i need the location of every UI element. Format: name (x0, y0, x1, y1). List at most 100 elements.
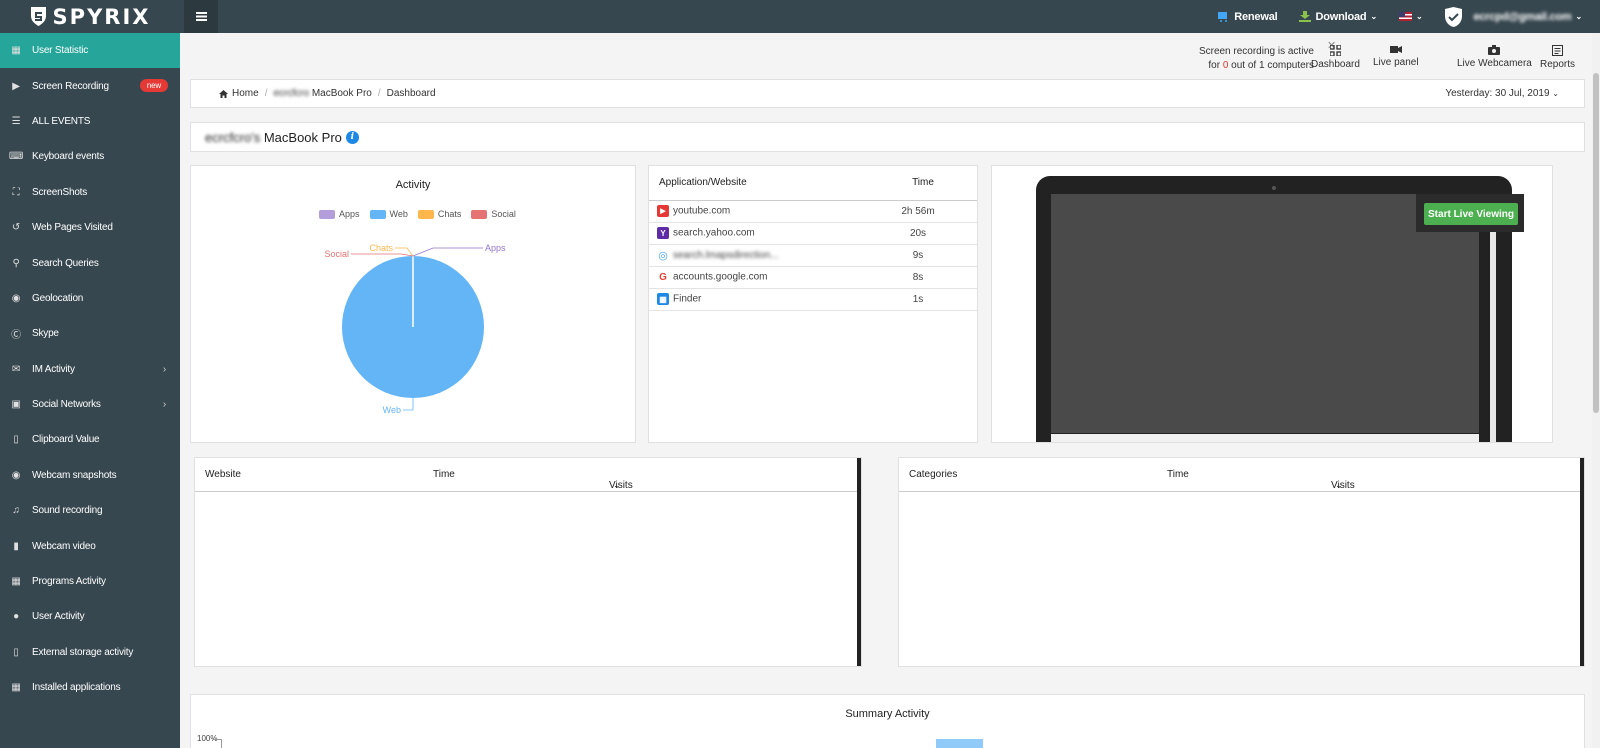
google-icon: G (657, 271, 669, 283)
screen-bottom (1051, 434, 1479, 442)
column-header-time[interactable]: Time (859, 166, 977, 200)
scroll-thumb[interactable] (1593, 73, 1599, 413)
total-count: 1 (1258, 60, 1265, 71)
sidebar-item-user-statistic[interactable]: ▦ User Statistic (0, 33, 180, 69)
renewal-link[interactable]: Renewal (1218, 11, 1278, 23)
camera-icon (1488, 45, 1501, 55)
sidebar-item-external-storage-activity[interactable]: ▯ External storage activity (0, 635, 180, 670)
breadcrumb-home[interactable]: Home (232, 88, 259, 99)
scrollbar[interactable] (857, 458, 861, 666)
usb-icon: ▯ (13, 646, 19, 658)
reports-label: Reports (1540, 59, 1576, 70)
new-badge: new (139, 79, 168, 93)
start-live-viewing-button[interactable]: Start Live Viewing (1424, 203, 1518, 225)
chevron-right-icon: › (162, 363, 166, 375)
shield-check-icon (1445, 6, 1463, 27)
sidebar-item-clipboard-value[interactable]: ▯ Clipboard Value (0, 422, 180, 457)
reports-button[interactable]: Reports (1540, 45, 1575, 70)
brand-logo[interactable]: SPYRIX (0, 0, 180, 33)
search-icon: ⚲ (12, 257, 20, 269)
table-row[interactable]: ◎ search.lmapsdirection... 9s (649, 244, 977, 266)
sidebar-item-label: Skype (32, 328, 59, 340)
page-scrollbar[interactable] (1592, 33, 1600, 748)
apps-panel: Application/Website Time ▶ youtube.com 2h… (648, 165, 978, 443)
sidebar-item-label: Search Queries (32, 257, 99, 269)
sidebar-item-geolocation[interactable]: ◉ Geolocation (0, 281, 180, 316)
breadcrumb-device[interactable]: ecrcfcro MacBook Pro (273, 88, 371, 99)
top-bar: SPYRIX Renewal Download ⌄ ⌄ ecrcpd@gmail… (0, 0, 1600, 33)
table-row[interactable]: ▦ Finder 1s (649, 288, 977, 310)
sidebar-item-social-networks[interactable]: ▣ Social Networks › (0, 387, 180, 422)
summary-title: Summary Activity (845, 708, 930, 720)
website-table-panel: Website Time Visits ⌄ (194, 457, 862, 667)
camera-icon: ◉ (11, 469, 21, 481)
column-header-categories[interactable]: Categories (909, 469, 957, 480)
sidebar-item-label: Web Pages Visited (32, 222, 113, 234)
sidebar-item-label: Webcam snapshots (32, 469, 117, 481)
sidebar-item-programs-activity[interactable]: ▦ Programs Activity (0, 564, 180, 599)
yahoo-icon: Y (657, 227, 669, 239)
globe-icon: ◎ (657, 249, 669, 262)
user-icon: ● (13, 611, 19, 623)
sidebar-item-search-queries[interactable]: ⚲ Search Queries (0, 245, 180, 280)
categories-table-panel: Categories Time Visits ⌄ (898, 457, 1585, 667)
sidebar-item-webcam-snapshots[interactable]: ◉ Webcam snapshots (0, 458, 180, 493)
history-icon: ↺ (11, 222, 21, 234)
sidebar-item-label: IM Activity (32, 363, 75, 375)
sidebar-item-webcam-video[interactable]: ▮ Webcam video (0, 528, 180, 563)
table-row[interactable]: Ysearch.yahoo.com 20s (649, 222, 977, 244)
sidebar-item-skype[interactable]: Ⓒ Skype (0, 316, 180, 351)
sidebar-item-installed-applications[interactable]: ▦ Installed applications (0, 670, 180, 705)
language-dropdown[interactable]: ⌄ (1398, 12, 1423, 21)
location-icon: ◉ (11, 292, 21, 304)
sidebar-item-keyboard-events[interactable]: ⌨ Keyboard events (0, 139, 180, 174)
microphone-icon: ♫ (12, 505, 20, 517)
summary-activity-panel: Summary Activity 100% (190, 694, 1585, 748)
sidebar-item-web-pages-visited[interactable]: ↺ Web Pages Visited (0, 210, 180, 245)
expand-icon: ⛶ (12, 186, 20, 198)
sidebar-item-label: Programs Activity (32, 576, 106, 588)
y-axis-tick (213, 739, 221, 740)
sidebar-item-screenshots[interactable]: ⛶ ScreenShots (0, 175, 180, 210)
breadcrumb-current: Dashboard (386, 88, 436, 99)
chevron-down-icon: ⌄ (1415, 12, 1423, 21)
scrollbar[interactable] (1580, 458, 1584, 666)
menu-toggle-button[interactable] (184, 0, 218, 33)
download-icon (1299, 11, 1312, 22)
pie-leader-web (403, 398, 414, 411)
chevron-down-icon: ⌄ (1335, 480, 1343, 490)
live-webcamera-button[interactable]: Live Webcamera (1457, 45, 1532, 69)
sidebar-item-label: Social Networks (32, 399, 101, 411)
list-icon: ☰ (11, 115, 21, 127)
column-header-website[interactable]: Website (205, 469, 241, 480)
chevron-down-icon: ⌄ (1552, 89, 1559, 98)
column-header-time[interactable]: Time (1167, 469, 1189, 480)
pie-label-chats: Chats (369, 243, 393, 253)
reports-icon (1552, 45, 1563, 56)
sidebar-item-screen-recording[interactable]: ▶ Screen Recording new (0, 68, 180, 103)
pie-label-apps: Apps (485, 243, 506, 253)
user-menu[interactable]: ecrcpd@gmail.com ⌄ (1444, 6, 1582, 28)
disk-icon: ▦ (11, 682, 21, 694)
dashboard-button[interactable]: Dashboard (1311, 45, 1360, 70)
sidebar-item-label: Keyboard events (32, 151, 105, 163)
live-webcamera-label: Live Webcamera (1457, 58, 1532, 69)
column-header-time[interactable]: Time (433, 469, 455, 480)
live-panel-button[interactable]: Live panel (1373, 45, 1419, 68)
sidebar-item-label: Webcam video (32, 540, 96, 552)
table-row[interactable]: Gaccounts.google.com 8s (649, 266, 977, 288)
table-header: Application/Website Time (649, 166, 977, 200)
table-row[interactable]: ▶ youtube.com 2h 56m (649, 200, 977, 222)
sidebar-item-user-activity[interactable]: ● User Activity (0, 599, 180, 634)
date-picker[interactable]: Yesterday: 30 Jul, 2019 ⌄ (1445, 88, 1559, 99)
column-header-app[interactable]: Application/Website (649, 166, 859, 200)
info-icon[interactable]: i (345, 130, 359, 144)
activity-pie-chart: Apps Web Chats Social (324, 243, 506, 415)
sidebar-item-all-events[interactable]: ☰ ALL EVENTS (0, 104, 180, 139)
download-dropdown[interactable]: Download ⌄ (1299, 11, 1377, 23)
sidebar-item-im-activity[interactable]: ✉ IM Activity › (0, 352, 180, 387)
sidebar-item-sound-recording[interactable]: ♫ Sound recording (0, 493, 180, 528)
summary-bar (936, 739, 983, 748)
keyboard-icon: ⌨ (8, 151, 24, 163)
sidebar-item-label: Clipboard Value (32, 434, 100, 446)
